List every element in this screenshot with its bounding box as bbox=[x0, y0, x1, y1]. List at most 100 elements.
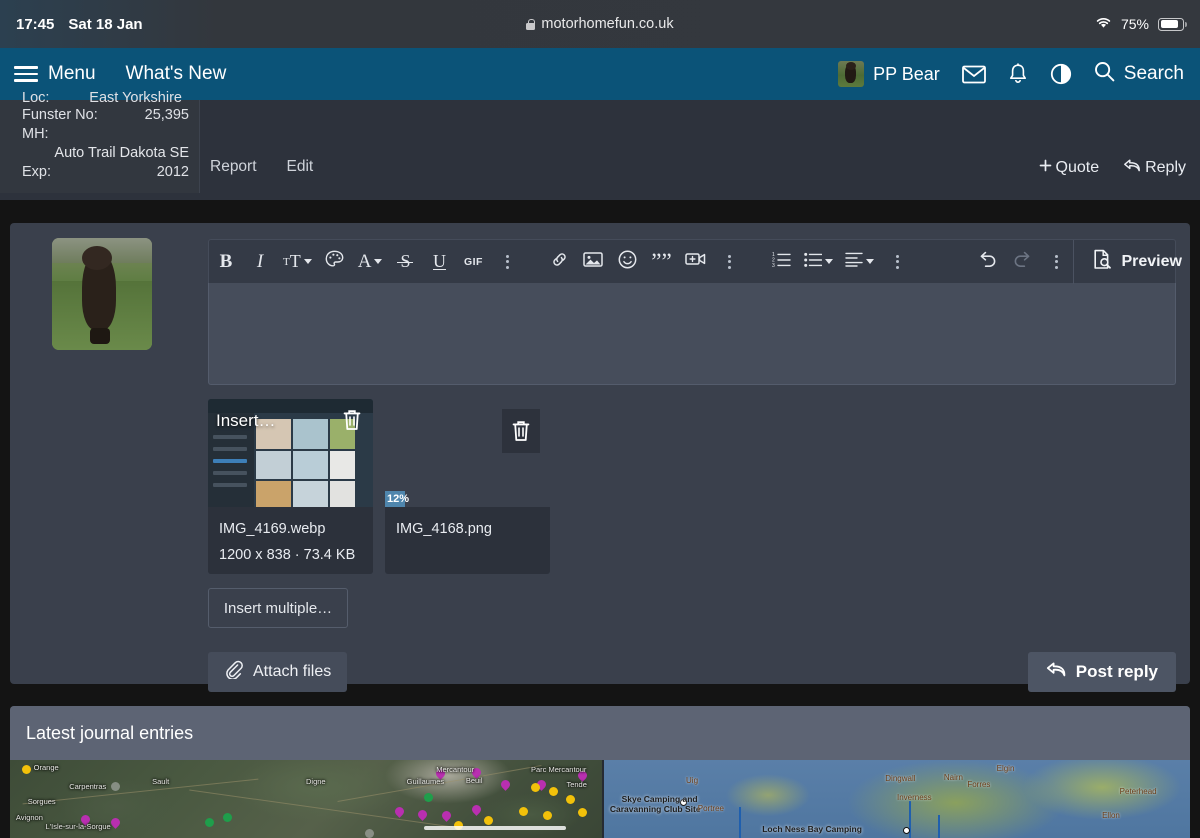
user-field-loc: Loc: East Yorkshire bbox=[22, 89, 182, 108]
more-list-button[interactable] bbox=[882, 247, 912, 277]
preview-button[interactable]: Preview bbox=[1073, 239, 1197, 284]
campsite-marker[interactable] bbox=[902, 827, 910, 835]
attachment-meta: IMG_4169.webp 1200 x 838 · 73.4 KB bbox=[208, 507, 373, 574]
username-label: PP Bear bbox=[873, 63, 940, 84]
journal-map-row: Orange Carpentras Sorgues Avignon L'Isle… bbox=[10, 760, 1190, 838]
scotland-terrain-map[interactable]: Uig Skye Camping and Caravanning Club Si… bbox=[602, 760, 1190, 838]
user-field-exp-value: 2012 bbox=[156, 164, 189, 180]
reply-arrow-icon bbox=[1123, 158, 1141, 178]
search-label: Search bbox=[1123, 63, 1184, 84]
whats-new-link[interactable]: What's New bbox=[126, 63, 227, 85]
bear-avatar[interactable] bbox=[52, 238, 152, 350]
map-scroll-indicator[interactable] bbox=[424, 826, 567, 830]
envelope-icon[interactable] bbox=[961, 65, 986, 84]
menu-button[interactable]: Menu bbox=[14, 63, 96, 85]
image-icon bbox=[583, 251, 604, 273]
report-link[interactable]: Report bbox=[210, 158, 257, 176]
upload-progress: 12% bbox=[385, 491, 550, 507]
editor-footer: Attach files Post reply bbox=[208, 652, 1176, 692]
insert-multiple-button[interactable]: Insert multiple… bbox=[208, 588, 348, 628]
message-textarea[interactable] bbox=[208, 283, 1176, 385]
battery-percent: 75% bbox=[1120, 16, 1149, 32]
preview-label: Preview bbox=[1121, 252, 1182, 270]
post-action-links: Report Edit bbox=[210, 158, 313, 176]
post-footer-strip: Loc: East Yorkshire Funster No: 25,395 M… bbox=[0, 90, 1200, 200]
account-menu[interactable]: PP Bear bbox=[838, 61, 940, 87]
quote-button[interactable]: Quote bbox=[1039, 159, 1100, 177]
map-label: Orange bbox=[33, 763, 59, 773]
map-label: Loch Ness Bay Camping bbox=[762, 823, 862, 834]
ordered-list-button[interactable]: 1 2 3 bbox=[766, 247, 796, 277]
align-icon bbox=[845, 251, 864, 272]
search-button[interactable]: Search bbox=[1094, 61, 1184, 88]
toolbar-group-format: B I TT A U GIF bbox=[209, 247, 524, 277]
insert-label[interactable]: Insert… bbox=[216, 411, 276, 431]
trash-icon[interactable] bbox=[502, 409, 540, 453]
emoji-button[interactable] bbox=[612, 247, 642, 277]
map-label: Ellon bbox=[1102, 811, 1120, 821]
undo-button[interactable] bbox=[973, 247, 1003, 277]
more-insert-button[interactable] bbox=[714, 247, 744, 277]
map-label: Carpentras bbox=[69, 781, 107, 791]
link-icon bbox=[550, 250, 569, 274]
link-button[interactable] bbox=[544, 247, 574, 277]
editor-main: B I TT A U GIF ”” 1 2 3 Preview Insert… … bbox=[208, 239, 1182, 692]
map-label: Nairn bbox=[943, 773, 963, 783]
text-color-button[interactable] bbox=[320, 247, 350, 277]
contrast-icon[interactable] bbox=[1050, 63, 1072, 85]
map-label: L'Isle-sur-la-Sorgue bbox=[45, 822, 111, 832]
whats-new-label: What's New bbox=[125, 63, 227, 84]
quote-icon: ”” bbox=[651, 248, 672, 274]
underline-button[interactable]: U bbox=[424, 247, 454, 277]
more-format-button[interactable] bbox=[492, 247, 522, 277]
reply-editor-panel: B I TT A U GIF ”” 1 2 3 Preview Insert… … bbox=[10, 223, 1190, 692]
post-reply-button[interactable]: Post reply bbox=[1027, 652, 1176, 692]
attachment-filename: IMG_4168.png bbox=[396, 521, 492, 537]
post-reply-actions: Quote Reply bbox=[1039, 158, 1186, 178]
map-label: Uig bbox=[686, 775, 699, 785]
more-history-button[interactable] bbox=[1041, 247, 1071, 277]
editor-toolbar: B I TT A U GIF ”” 1 2 3 Preview bbox=[208, 239, 1182, 284]
emoji-icon bbox=[618, 250, 637, 274]
reply-button[interactable]: Reply bbox=[1123, 158, 1186, 178]
image-button[interactable] bbox=[578, 247, 608, 277]
url-text: motorhomefun.co.uk bbox=[541, 16, 674, 32]
latest-journal-entries: Latest journal entries Orange Carpentras… bbox=[10, 706, 1190, 838]
quote-insert-button[interactable]: ”” bbox=[646, 247, 676, 277]
strikethrough-button[interactable]: S bbox=[390, 247, 420, 277]
map-label: Beuil bbox=[465, 775, 483, 785]
user-field-funster-key: Funster No: bbox=[22, 107, 98, 123]
italic-button[interactable]: I bbox=[245, 247, 275, 277]
post-reply-label: Post reply bbox=[1075, 662, 1158, 681]
media-button[interactable] bbox=[680, 247, 710, 277]
user-field-mh-key: MH: bbox=[22, 126, 49, 142]
hamburger-icon bbox=[14, 66, 38, 82]
lock-icon bbox=[526, 18, 536, 30]
svg-text:3: 3 bbox=[772, 263, 775, 267]
align-button[interactable] bbox=[841, 247, 878, 277]
attachment-card[interactable]: 12% IMG_4168.png bbox=[385, 399, 550, 574]
provence-satellite-map[interactable]: Orange Carpentras Sorgues Avignon L'Isle… bbox=[10, 760, 602, 838]
font-family-button[interactable]: A bbox=[354, 247, 387, 277]
redo-button[interactable] bbox=[1007, 247, 1037, 277]
quote-label: Quote bbox=[1055, 159, 1100, 176]
edit-link[interactable]: Edit bbox=[287, 158, 314, 176]
map-label: Sorgues bbox=[27, 797, 56, 807]
font-size-button[interactable]: TT bbox=[279, 247, 316, 277]
attachment-size: 1200 x 838 · 73.4 KB bbox=[219, 547, 356, 563]
bell-icon[interactable] bbox=[1008, 63, 1028, 85]
unordered-list-icon bbox=[804, 251, 823, 272]
attachment-card[interactable]: Insert… IMG_4169.webp 1200 x 838 · 73.4 … bbox=[208, 399, 373, 574]
unordered-list-button[interactable] bbox=[800, 247, 837, 277]
user-field-funster-value: 25,395 bbox=[144, 107, 189, 123]
attach-files-button[interactable]: Attach files bbox=[208, 652, 348, 692]
trash-icon[interactable] bbox=[337, 405, 367, 435]
attachment-meta: IMG_4168.png bbox=[385, 507, 550, 574]
bold-button[interactable]: B bbox=[211, 247, 241, 277]
map-label: Caravanning Club Site bbox=[609, 803, 701, 814]
attach-files-label: Attach files bbox=[253, 663, 332, 680]
browser-url-bar[interactable]: motorhomefun.co.uk bbox=[280, 16, 920, 32]
map-label: Forres bbox=[967, 780, 991, 790]
user-field-mh-value: Auto Trail Dakota SE bbox=[54, 145, 189, 161]
gif-button[interactable]: GIF bbox=[458, 247, 488, 277]
